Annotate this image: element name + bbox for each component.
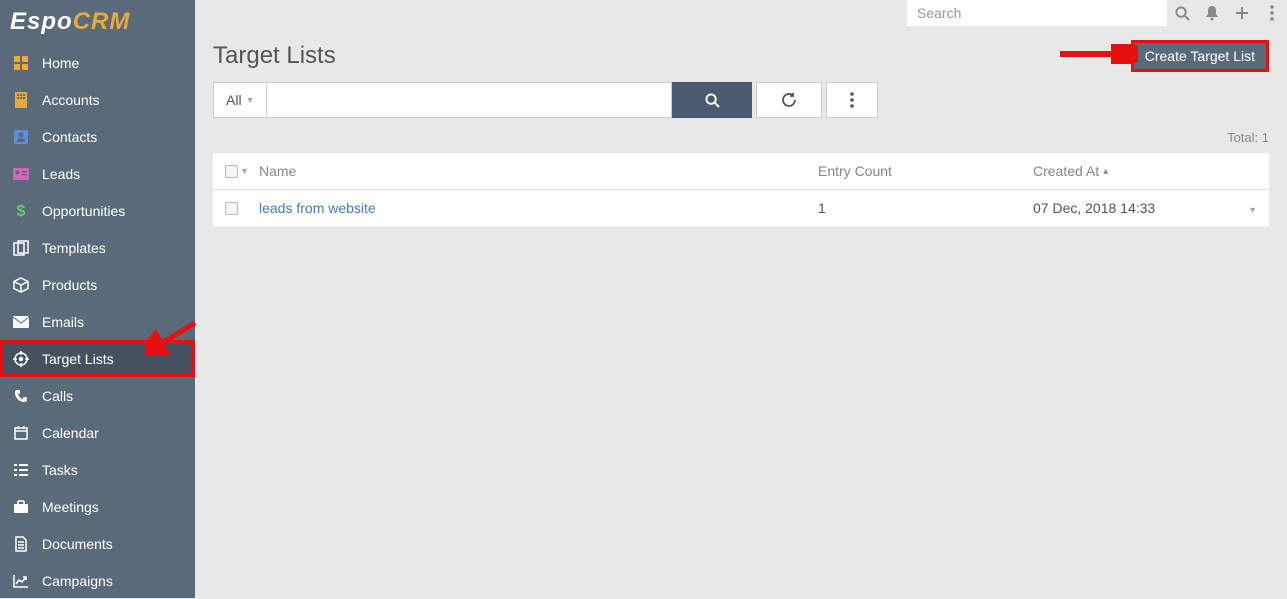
reload-button[interactable]: [756, 82, 822, 118]
search-button[interactable]: [672, 82, 752, 118]
chart-line-icon: [12, 572, 30, 590]
page-title: Target Lists: [213, 42, 336, 70]
bell-icon[interactable]: [1197, 0, 1227, 26]
sidebar-item-products[interactable]: Products: [0, 266, 195, 303]
sidebar-item-label: Contacts: [42, 129, 97, 145]
brand-part2: CRM: [73, 8, 131, 35]
sidebar-item-label: Accounts: [42, 92, 100, 108]
caret-down-icon[interactable]: ▼: [240, 166, 249, 176]
global-search-input[interactable]: [907, 0, 1167, 26]
reload-icon: [781, 92, 797, 108]
row-checkbox[interactable]: [225, 202, 238, 215]
sidebar-item-opportunities[interactable]: $ Opportunities: [0, 192, 195, 229]
crosshairs-icon: [12, 350, 30, 368]
sidebar-item-campaigns[interactable]: Campaigns: [0, 562, 195, 599]
search-icon: [705, 93, 720, 108]
sort-asc-icon: ▴: [1103, 166, 1108, 177]
envelope-icon: [12, 313, 30, 331]
sidebar-item-meetings[interactable]: Meetings: [0, 488, 195, 525]
dollar-icon: $: [12, 202, 30, 220]
create-target-list-button[interactable]: Create Target List: [1131, 40, 1269, 72]
tasks-icon: [12, 461, 30, 479]
sidebar-item-calls[interactable]: Calls: [0, 377, 195, 414]
search-icon[interactable]: [1167, 0, 1197, 26]
column-header-name[interactable]: Name: [255, 163, 818, 179]
sidebar-item-tasks[interactable]: Tasks: [0, 451, 195, 488]
row-name-link[interactable]: leads from website: [259, 200, 376, 216]
more-vertical-icon: [850, 92, 854, 108]
page-header: Target Lists Create Target List: [195, 26, 1287, 82]
sidebar-item-label: Templates: [42, 240, 106, 256]
file-icon: [12, 535, 30, 553]
more-vertical-icon[interactable]: [1257, 0, 1287, 26]
briefcase-icon: [12, 498, 30, 516]
sidebar-item-label: Products: [42, 277, 97, 293]
calendar-icon: [12, 424, 30, 442]
sidebar-item-calendar[interactable]: Calendar: [0, 414, 195, 451]
sidebar: EspoCRM Home Accounts Contacts Leads: [0, 0, 195, 598]
total-count: Total: 1: [195, 130, 1287, 153]
sidebar-item-label: Calendar: [42, 425, 99, 441]
sidebar-item-label: Emails: [42, 314, 84, 330]
sidebar-item-label: Tasks: [42, 462, 78, 478]
sidebar-item-contacts[interactable]: Contacts: [0, 118, 195, 155]
topbar: [195, 0, 1287, 26]
select-all-checkbox[interactable]: [225, 165, 238, 178]
brand-part1: Espo: [10, 8, 73, 35]
sidebar-item-home[interactable]: Home: [0, 44, 195, 81]
sidebar-item-target-lists[interactable]: Target Lists: [0, 340, 195, 377]
building-icon: [12, 91, 30, 109]
table: ▼ Name Entry Count Created At ▴ leads fr…: [213, 153, 1269, 227]
home-icon: [12, 54, 30, 72]
column-header-created[interactable]: Created At ▴: [1033, 163, 1233, 179]
sidebar-item-label: Meetings: [42, 499, 99, 515]
id-card-icon: [12, 165, 30, 183]
svg-text:$: $: [17, 203, 26, 219]
copy-icon: [12, 239, 30, 257]
sidebar-item-accounts[interactable]: Accounts: [0, 81, 195, 118]
sidebar-item-emails[interactable]: Emails: [0, 303, 195, 340]
more-actions-button[interactable]: [826, 82, 878, 118]
cube-icon: [12, 276, 30, 294]
address-card-icon: [12, 128, 30, 146]
sidebar-item-label: Campaigns: [42, 573, 113, 589]
filter-dropdown[interactable]: All ▼: [213, 82, 267, 118]
column-header-entry[interactable]: Entry Count: [818, 163, 1033, 179]
table-row: leads from website 1 07 Dec, 2018 14:33 …: [213, 190, 1269, 227]
sidebar-item-label: Leads: [42, 166, 80, 182]
sidebar-item-label: Target Lists: [42, 351, 114, 367]
sidebar-item-label: Home: [42, 55, 79, 71]
caret-down-icon: ▼: [246, 95, 255, 105]
sidebar-item-templates[interactable]: Templates: [0, 229, 195, 266]
sidebar-item-label: Opportunities: [42, 203, 125, 219]
sidebar-item-label: Documents: [42, 536, 113, 552]
toolbar: All ▼: [195, 82, 1287, 130]
sidebar-item-label: Calls: [42, 388, 73, 404]
sidebar-item-leads[interactable]: Leads: [0, 155, 195, 192]
filter-label: All: [226, 92, 242, 108]
list-search-input[interactable]: [267, 82, 672, 118]
row-entry-count: 1: [818, 200, 1033, 216]
brand-logo[interactable]: EspoCRM: [0, 0, 195, 44]
phone-icon: [12, 387, 30, 405]
row-created-at: 07 Dec, 2018 14:33: [1033, 200, 1233, 216]
sidebar-item-documents[interactable]: Documents: [0, 525, 195, 562]
main-content: Target Lists Create Target List All ▼ To…: [195, 0, 1287, 598]
row-actions-dropdown[interactable]: ▼: [1248, 205, 1257, 215]
table-header: ▼ Name Entry Count Created At ▴: [213, 153, 1269, 190]
plus-icon[interactable]: [1227, 0, 1257, 26]
